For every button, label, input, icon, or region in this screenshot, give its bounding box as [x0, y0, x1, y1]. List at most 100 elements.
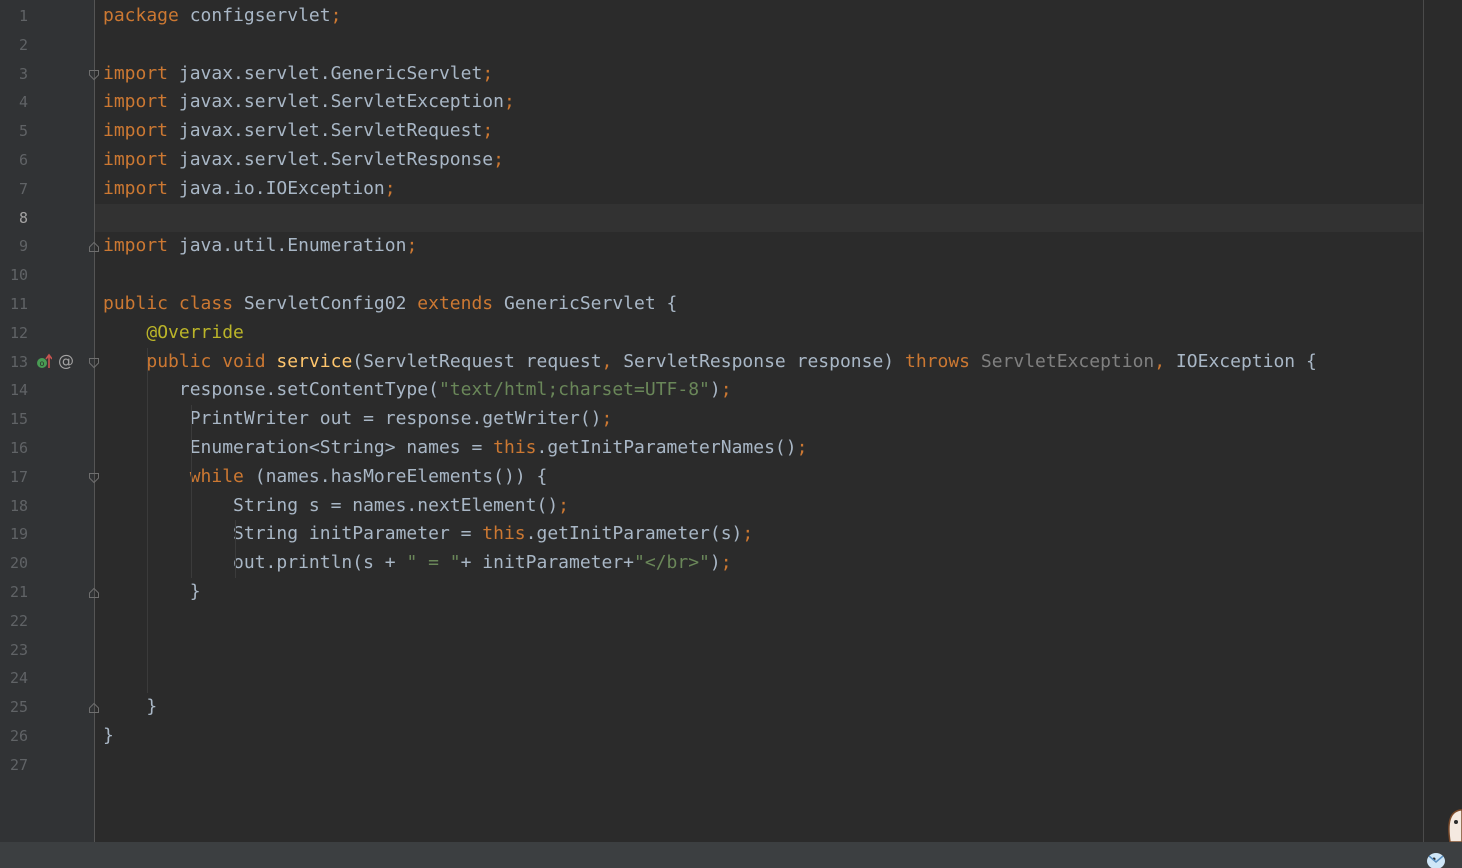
code-token: Enumeration<String> names = — [103, 437, 494, 458]
code-token: ; — [720, 379, 732, 401]
code-token: service — [276, 350, 353, 372]
code-token: javax.servlet.ServletException — [168, 91, 504, 113]
line-number[interactable]: 8 — [0, 204, 28, 233]
code-token: ServletResponse response) — [612, 350, 905, 372]
code-token: this — [493, 437, 537, 458]
line-number[interactable]: 23 — [0, 636, 28, 665]
line-number[interactable]: 5 — [0, 117, 28, 146]
line-number[interactable]: 10 — [0, 261, 28, 290]
fold-end-icon[interactable] — [88, 702, 100, 714]
line-number[interactable]: 11 — [0, 290, 28, 319]
code-token: ; — [720, 552, 732, 574]
code-line[interactable]: public class ServletConfig02 extends Gen… — [103, 290, 677, 319]
code-line[interactable]: import javax.servlet.GenericServlet; — [103, 60, 493, 89]
line-number[interactable]: 9 — [0, 232, 28, 261]
line-number[interactable]: 17 — [0, 463, 28, 492]
line-number[interactable]: 18 — [0, 492, 28, 521]
line-number[interactable]: 22 — [0, 607, 28, 636]
line-number[interactable]: 7 — [0, 175, 28, 204]
code-line[interactable]: import javax.servlet.ServletResponse; — [103, 146, 504, 175]
line-number[interactable]: 2 — [0, 31, 28, 60]
fold-collapse-icon[interactable] — [88, 472, 100, 484]
code-line[interactable]: String initParameter = this.getInitParam… — [103, 520, 753, 549]
code-token: java.util.Enumeration — [168, 235, 407, 257]
code-token: response.setContentType( — [103, 379, 439, 401]
line-number[interactable]: 19 — [0, 520, 28, 549]
line-number[interactable]: 6 — [0, 146, 28, 175]
code-line[interactable]: import java.io.IOException; — [103, 175, 396, 204]
line-number[interactable]: 24 — [0, 664, 28, 693]
code-token: } — [103, 581, 201, 602]
indent-guide — [147, 347, 148, 694]
fold-collapse-icon[interactable] — [88, 357, 100, 369]
current-line-highlight — [95, 203, 1423, 233]
line-number[interactable]: 21 — [0, 578, 28, 607]
code-line[interactable]: } — [103, 693, 157, 722]
code-line[interactable]: import javax.servlet.ServletRequest; — [103, 117, 493, 146]
code-line[interactable]: while (names.hasMoreElements()) { — [103, 463, 548, 492]
code-line[interactable]: PrintWriter out = response.getWriter(); — [103, 405, 613, 434]
code-line[interactable]: response.setContentType("text/html;chars… — [103, 376, 732, 405]
code-token: ) — [709, 552, 721, 574]
code-token: , — [1154, 350, 1166, 372]
code-line[interactable]: Enumeration<String> names = this.getInit… — [103, 434, 808, 463]
line-number[interactable]: 26 — [0, 722, 28, 751]
code-token: javax.servlet.ServletRequest — [168, 120, 483, 142]
code-token: .getInitParameterNames() — [536, 437, 797, 458]
line-number[interactable]: 20 — [0, 549, 28, 578]
line-number[interactable]: 14 — [0, 376, 28, 405]
code-line[interactable]: package configservlet; — [103, 2, 341, 31]
line-number[interactable]: 12 — [0, 319, 28, 348]
code-token: ) — [709, 379, 721, 401]
line-number[interactable]: 27 — [0, 751, 28, 780]
code-token: String s = names.nextElement() — [103, 494, 559, 516]
code-token: ; — [742, 523, 754, 545]
code-token: this — [482, 523, 526, 545]
line-number[interactable]: 3 — [0, 60, 28, 89]
overrides-method-icon[interactable]: o — [36, 352, 52, 372]
code-token: out.println(s + — [103, 552, 407, 574]
line-number[interactable]: 13 — [0, 348, 28, 377]
code-line[interactable]: import java.util.Enumeration; — [103, 232, 417, 261]
code-token: ; — [482, 62, 494, 84]
code-token: import — [103, 91, 169, 113]
scrollbar-track[interactable] — [1424, 0, 1462, 842]
code-line[interactable]: } — [103, 722, 114, 751]
code-token: ; — [482, 120, 494, 142]
at-symbol-icon[interactable]: @ — [58, 351, 74, 371]
code-token: ; — [406, 235, 418, 257]
fold-collapse-icon[interactable] — [88, 69, 100, 81]
code-token: "text/html;charset=UTF-8" — [438, 379, 710, 401]
code-line[interactable]: } — [103, 578, 201, 607]
code-token: } — [103, 725, 114, 746]
code-token: String initParameter = — [103, 523, 483, 545]
indent-guide — [235, 520, 236, 578]
bird-icon — [1427, 853, 1445, 868]
code-token: import — [103, 120, 169, 142]
bottom-bar — [0, 842, 1462, 868]
line-number[interactable]: 1 — [0, 2, 28, 31]
line-number[interactable]: 25 — [0, 693, 28, 722]
code-token: " = " — [406, 552, 461, 574]
code-line[interactable]: out.println(s + " = "+ initParameter+"</… — [103, 549, 732, 578]
code-token: .getInitParameter(s) — [525, 523, 743, 545]
line-number[interactable]: 15 — [0, 405, 28, 434]
code-token: java.io.IOException — [168, 177, 385, 199]
code-line[interactable]: import javax.servlet.ServletException; — [103, 88, 515, 117]
code-token: package — [103, 5, 179, 26]
code-token: import — [103, 177, 169, 199]
fold-end-icon[interactable] — [88, 587, 100, 599]
fold-end-icon[interactable] — [88, 241, 100, 253]
code-line[interactable]: public void service(ServletRequest reque… — [103, 348, 1317, 377]
line-number[interactable]: 4 — [0, 88, 28, 117]
code-token: throws — [904, 350, 971, 372]
code-token: ; — [796, 437, 808, 458]
code-token: IOException { — [1165, 350, 1317, 372]
line-number[interactable]: 16 — [0, 434, 28, 463]
code-token: @Override — [146, 321, 244, 343]
code-line[interactable]: @Override — [103, 319, 244, 348]
code-token: ; — [493, 149, 504, 170]
code-line[interactable]: String s = names.nextElement(); — [103, 492, 569, 521]
